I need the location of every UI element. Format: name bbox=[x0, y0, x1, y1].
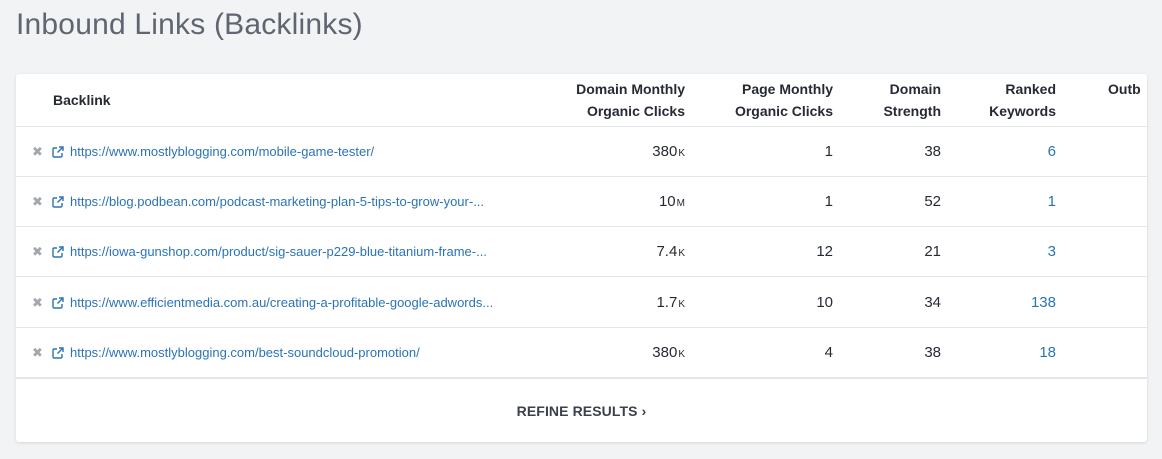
page-monthly-organic-clicks-cell: 1 bbox=[824, 143, 833, 160]
table-header: Backlink Domain Monthly Organic Clicks P… bbox=[16, 74, 1147, 127]
remove-icon[interactable]: ✖ bbox=[32, 345, 43, 361]
column-header-domain-monthly-organic-clicks[interactable]: Domain Monthly Organic Clicks bbox=[525, 78, 685, 122]
table-row: ✖ https://www.efficientmedia.com.au/creat… bbox=[16, 278, 1147, 328]
page-monthly-organic-clicks-cell: 4 bbox=[824, 343, 833, 361]
domain-monthly-organic-clicks-cell: 10M bbox=[659, 192, 685, 214]
domain-strength-cell: 52 bbox=[924, 193, 941, 211]
domain-monthly-value: 10 bbox=[658, 193, 676, 211]
page-monthly-organic-clicks-cell: 10 bbox=[816, 293, 833, 311]
remove-icon[interactable]: ✖ bbox=[32, 194, 43, 210]
page-title: Inbound Links (Backlinks) bbox=[16, 8, 363, 41]
domain-monthly-suffix: K bbox=[678, 148, 685, 159]
page-monthly-organic-clicks-cell: 12 bbox=[816, 243, 833, 261]
backlink-url-link[interactable]: https://iowa-gunshop.com/product/sig-sau… bbox=[70, 242, 487, 262]
table-row: ✖ https://blog.podbean.com/podcast-market… bbox=[16, 177, 1147, 228]
external-link-icon[interactable] bbox=[52, 245, 64, 259]
chevron-right-icon: › bbox=[641, 403, 647, 419]
domain-monthly-organic-clicks-cell: 1.7K bbox=[656, 293, 685, 315]
backlink-url-link[interactable]: https://www.efficientmedia.com.au/creati… bbox=[70, 293, 493, 313]
ranked-keywords-link[interactable]: 6 bbox=[1048, 142, 1056, 162]
domain-monthly-value: 7.4 bbox=[656, 243, 678, 261]
ranked-keywords-link[interactable]: 3 bbox=[1048, 242, 1056, 262]
domain-monthly-organic-clicks-cell: 380K bbox=[652, 343, 685, 365]
column-header-domain-strength[interactable]: Domain Strength bbox=[841, 78, 941, 122]
external-link-icon[interactable] bbox=[52, 296, 64, 309]
domain-strength-cell: 21 bbox=[924, 243, 941, 261]
domain-monthly-value: 1.7 bbox=[656, 293, 678, 311]
column-header-ranked-keywords[interactable]: Ranked Keywords bbox=[956, 78, 1056, 122]
external-link-icon[interactable] bbox=[52, 145, 64, 158]
backlink-url-link[interactable]: https://www.mostlyblogging.com/best-soun… bbox=[70, 343, 420, 363]
horizontal-overflow-region[interactable] bbox=[1118, 74, 1147, 378]
refine-results-button[interactable]: REFINE RESULTS › bbox=[517, 403, 647, 419]
remove-icon[interactable]: ✖ bbox=[32, 244, 43, 260]
domain-monthly-suffix: K bbox=[678, 248, 685, 260]
external-link-icon[interactable] bbox=[52, 346, 64, 359]
refine-results-label: REFINE RESULTS bbox=[516, 403, 638, 419]
backlinks-table-card: Backlink Domain Monthly Organic Clicks P… bbox=[16, 74, 1147, 442]
domain-monthly-organic-clicks-cell: 380K bbox=[652, 142, 685, 164]
page-monthly-organic-clicks-cell: 1 bbox=[824, 193, 833, 211]
domain-strength-cell: 34 bbox=[924, 293, 941, 311]
backlink-url-link[interactable]: https://www.mostlyblogging.com/mobile-ga… bbox=[70, 142, 374, 162]
domain-monthly-suffix: K bbox=[678, 298, 685, 310]
table-row: ✖ https://www.mostlyblogging.com/mobile-g… bbox=[16, 127, 1147, 177]
column-header-page-monthly-organic-clicks[interactable]: Page Monthly Organic Clicks bbox=[693, 78, 833, 122]
ranked-keywords-link[interactable]: 1 bbox=[1048, 192, 1056, 212]
domain-strength-cell: 38 bbox=[924, 143, 941, 160]
domain-monthly-suffix: K bbox=[678, 348, 685, 360]
domain-monthly-value: 380 bbox=[652, 143, 678, 160]
remove-icon[interactable]: ✖ bbox=[32, 295, 43, 311]
domain-monthly-value: 380 bbox=[652, 343, 678, 361]
column-header-backlink[interactable]: Backlink bbox=[53, 89, 111, 111]
ranked-keywords-link[interactable]: 18 bbox=[1039, 343, 1056, 363]
table-row: ✖ https://iowa-gunshop.com/product/sig-sa… bbox=[16, 227, 1147, 278]
domain-monthly-organic-clicks-cell: 7.4K bbox=[656, 242, 685, 264]
domain-monthly-suffix: M bbox=[676, 198, 685, 210]
backlink-url-link[interactable]: https://blog.podbean.com/podcast-marketi… bbox=[70, 192, 484, 212]
ranked-keywords-link[interactable]: 138 bbox=[1031, 293, 1056, 313]
table-row: ✖ https://www.mostlyblogging.com/best-sou… bbox=[16, 328, 1147, 378]
table-footer: REFINE RESULTS › bbox=[16, 378, 1147, 442]
domain-strength-cell: 38 bbox=[924, 343, 941, 361]
external-link-icon[interactable] bbox=[52, 195, 64, 208]
remove-icon[interactable]: ✖ bbox=[32, 144, 43, 160]
